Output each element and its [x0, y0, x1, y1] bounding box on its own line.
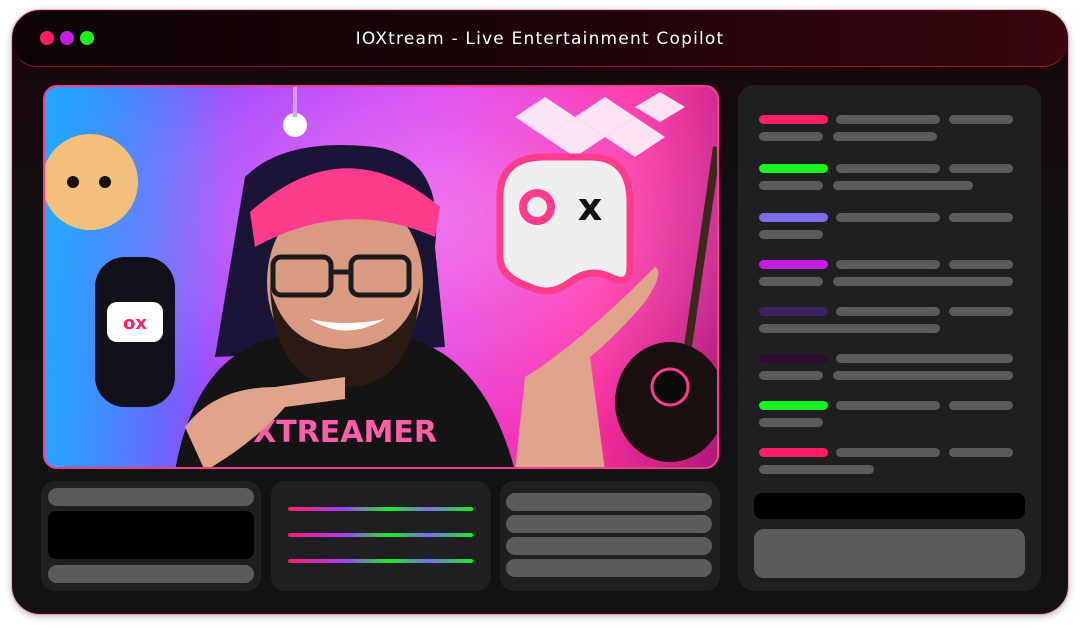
sidebar-panel — [738, 85, 1041, 591]
sidebar-bar — [759, 418, 823, 427]
sidebar-tag — [759, 213, 828, 222]
sidebar-bar — [836, 354, 1013, 363]
video-scene: ox XTREAMER x — [45, 87, 717, 467]
sidebar-bar — [836, 307, 940, 316]
placeholder-display — [48, 511, 254, 559]
placeholder-bar — [48, 565, 254, 583]
placeholder-button[interactable] — [506, 559, 712, 577]
svg-text:ox: ox — [123, 313, 147, 334]
placeholder-button[interactable] — [506, 493, 712, 511]
sidebar-tag — [759, 260, 828, 269]
sidebar-bar — [949, 213, 1013, 222]
sidebar-action-button[interactable] — [754, 529, 1025, 578]
sidebar-bar — [833, 132, 937, 141]
sidebar-bar — [759, 465, 874, 474]
sidebar-bar — [949, 401, 1013, 410]
sidebar-tag — [759, 401, 828, 410]
sidebar-bar — [836, 164, 940, 173]
sidebar-bar — [833, 181, 973, 190]
window-title: IOXtream - Live Entertainment Copilot — [355, 29, 725, 49]
audio-level-line — [288, 559, 473, 563]
svg-text:XTREAMER: XTREAMER — [253, 415, 437, 450]
sidebar-bar — [759, 277, 823, 286]
audio-level-line — [288, 533, 473, 537]
sidebar-bar — [836, 115, 940, 124]
svg-text:x: x — [578, 185, 603, 229]
title-bar: IOXtream - Live Entertainment Copilot — [13, 11, 1067, 67]
placeholder-button[interactable] — [506, 537, 712, 555]
sidebar-bar — [949, 448, 1013, 457]
sidebar-bar — [949, 260, 1013, 269]
sidebar-bar — [759, 324, 940, 333]
sidebar-tag — [759, 307, 828, 316]
placeholder-button[interactable] — [506, 515, 712, 533]
sidebar-bar — [949, 307, 1013, 316]
sidebar-bar — [759, 230, 823, 239]
sidebar-tag — [759, 115, 828, 124]
sidebar-tag — [759, 354, 828, 363]
audio-level-line — [288, 507, 473, 511]
bottom-panel-right — [500, 481, 720, 591]
app-window: IOXtream - Live Entertainment Copilot ox… — [12, 10, 1068, 614]
placeholder-bar — [48, 488, 254, 506]
live-video-feed[interactable]: ox XTREAMER x — [43, 85, 719, 469]
sidebar-bar — [759, 371, 823, 380]
bottom-panel-left — [41, 481, 261, 591]
sidebar-tag — [759, 164, 828, 173]
sidebar-bar — [836, 213, 940, 222]
sidebar-bar — [833, 277, 1013, 286]
sidebar-bar — [836, 260, 940, 269]
sidebar-bar — [833, 371, 1013, 380]
sidebar-bar — [949, 115, 1013, 124]
sidebar-bar — [759, 181, 823, 190]
sidebar-bar — [949, 164, 1013, 173]
sidebar-input[interactable] — [754, 493, 1025, 519]
bottom-panel-center — [271, 481, 491, 591]
sidebar-tag — [759, 448, 828, 457]
sidebar-bar — [836, 448, 940, 457]
sidebar-bar — [759, 132, 823, 141]
sidebar-bar — [836, 401, 940, 410]
